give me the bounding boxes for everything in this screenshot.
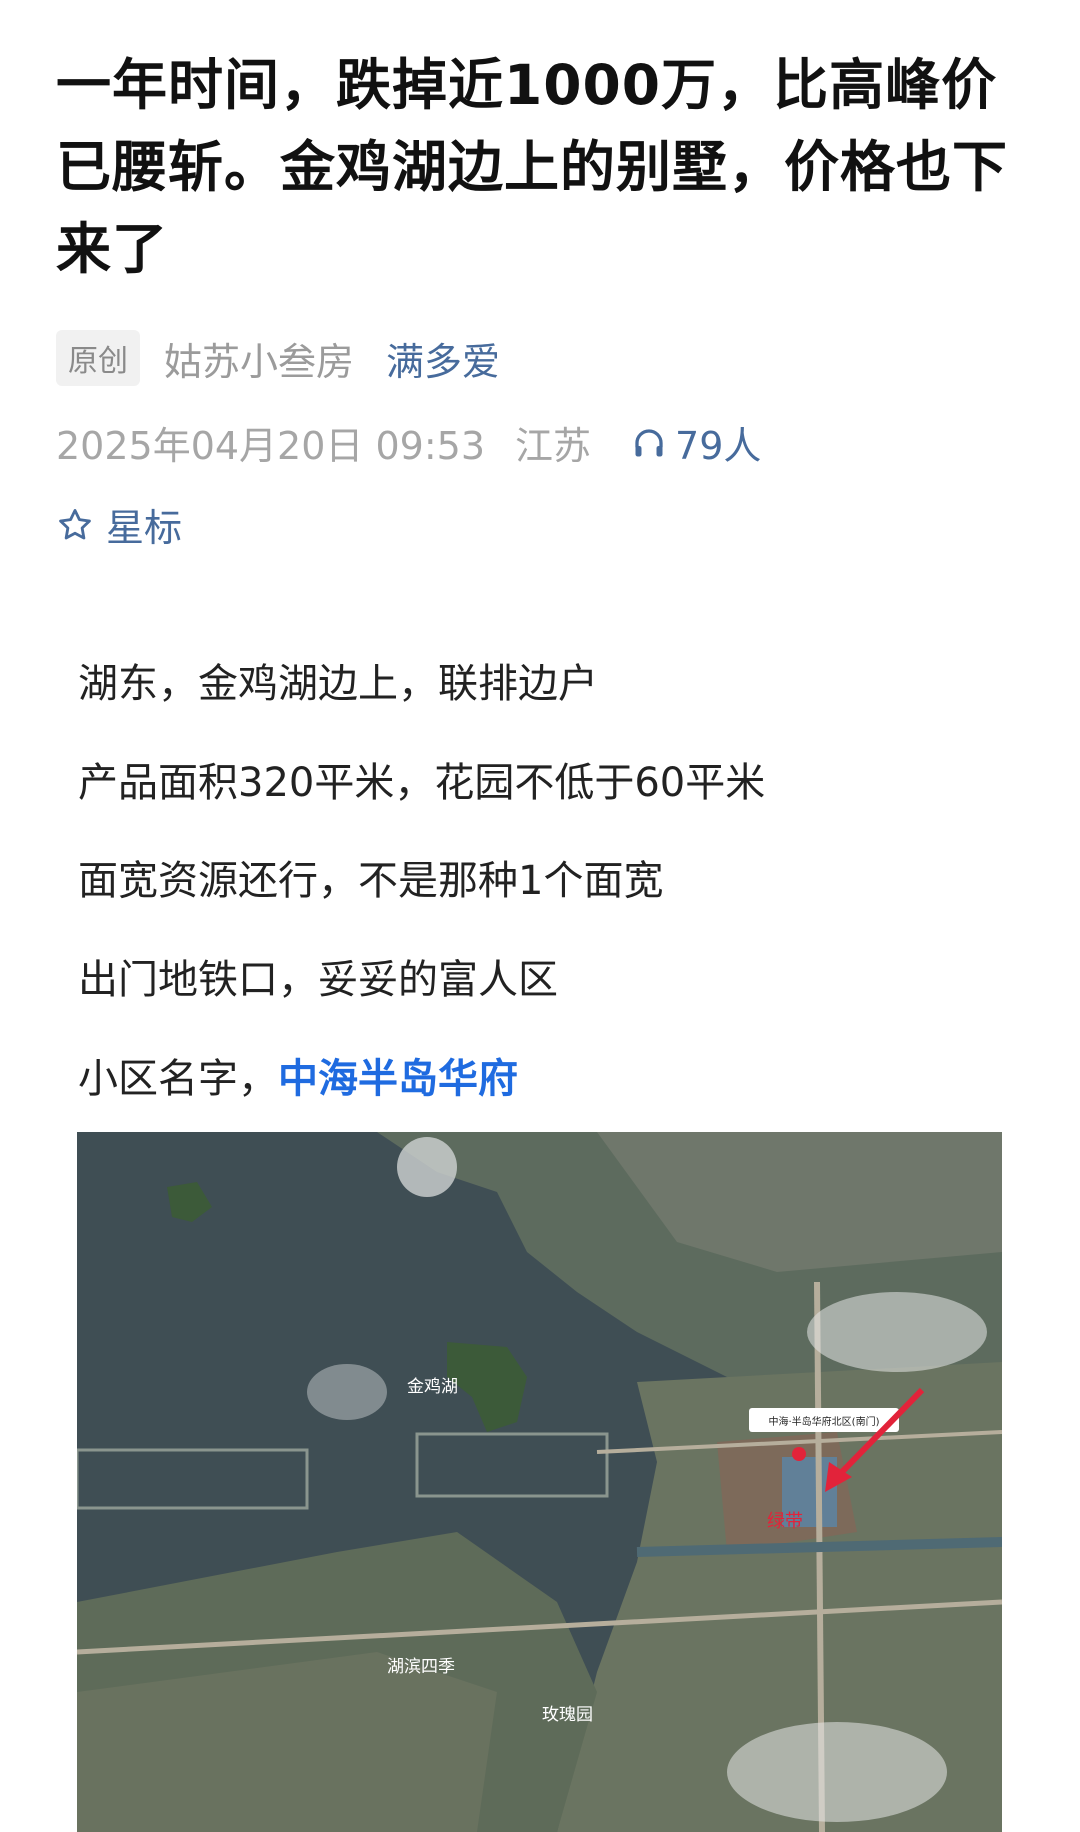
map-greenbelt-label: 绿带 (767, 1511, 803, 1532)
body-line-4: 出门地铁口，妥妥的富人区 (78, 957, 558, 1003)
map-graphic: 中海·半岛华府北区(南门) 金鸡湖 绿带 湖滨四季 玫瑰园 (77, 1132, 1002, 1832)
author-name[interactable]: 姑苏小叁房 (164, 331, 354, 386)
listener-count: 79人 (675, 424, 762, 468)
star-label: 星标 (106, 506, 183, 550)
original-tag: 原创 (56, 330, 140, 386)
article-title: 一年时间，跌掉近1000万，比高峰价已腰斩。金鸡湖边上的别墅，价格也下来了 (56, 53, 1009, 281)
article-meta-date-row: 2025年04月20日 09:53 江苏 79人 (56, 415, 761, 470)
satellite-map-image[interactable]: 中海·半岛华府北区(南门) 金鸡湖 绿带 湖滨四季 玫瑰园 (77, 1132, 1002, 1832)
article-meta-author-row: 原创 姑苏小叁房 满多爱 (56, 330, 500, 386)
map-area2-label: 玫瑰园 (542, 1705, 593, 1725)
star-button[interactable]: 星标 (56, 497, 182, 552)
community-link[interactable]: 中海半岛华府 (278, 1056, 518, 1102)
map-poi-label: 中海·半岛华府北区(南门) (769, 1415, 880, 1428)
body-line-3: 面宽资源还行，不是那种1个面宽 (78, 858, 664, 904)
map-lake-label: 金鸡湖 (407, 1377, 458, 1397)
publish-location: 江苏 (515, 424, 592, 468)
topic-link[interactable]: 满多爱 (386, 331, 500, 386)
publish-datetime: 2025年04月20日 09:53 (56, 424, 486, 468)
map-location-marker (792, 1447, 806, 1461)
map-area1-label: 湖滨四季 (387, 1657, 455, 1677)
body-line-1: 湖东，金鸡湖边上，联排边户 (78, 661, 598, 707)
listen-button[interactable]: 79人 (631, 415, 761, 470)
body-line-2: 产品面积320平米，花园不低于60平米 (78, 760, 766, 806)
star-icon (59, 508, 91, 539)
body-line-5: 小区名字，中海半岛华府 (78, 1046, 518, 1104)
headphones-icon (635, 428, 663, 456)
community-prefix: 小区名字， (78, 1056, 278, 1102)
